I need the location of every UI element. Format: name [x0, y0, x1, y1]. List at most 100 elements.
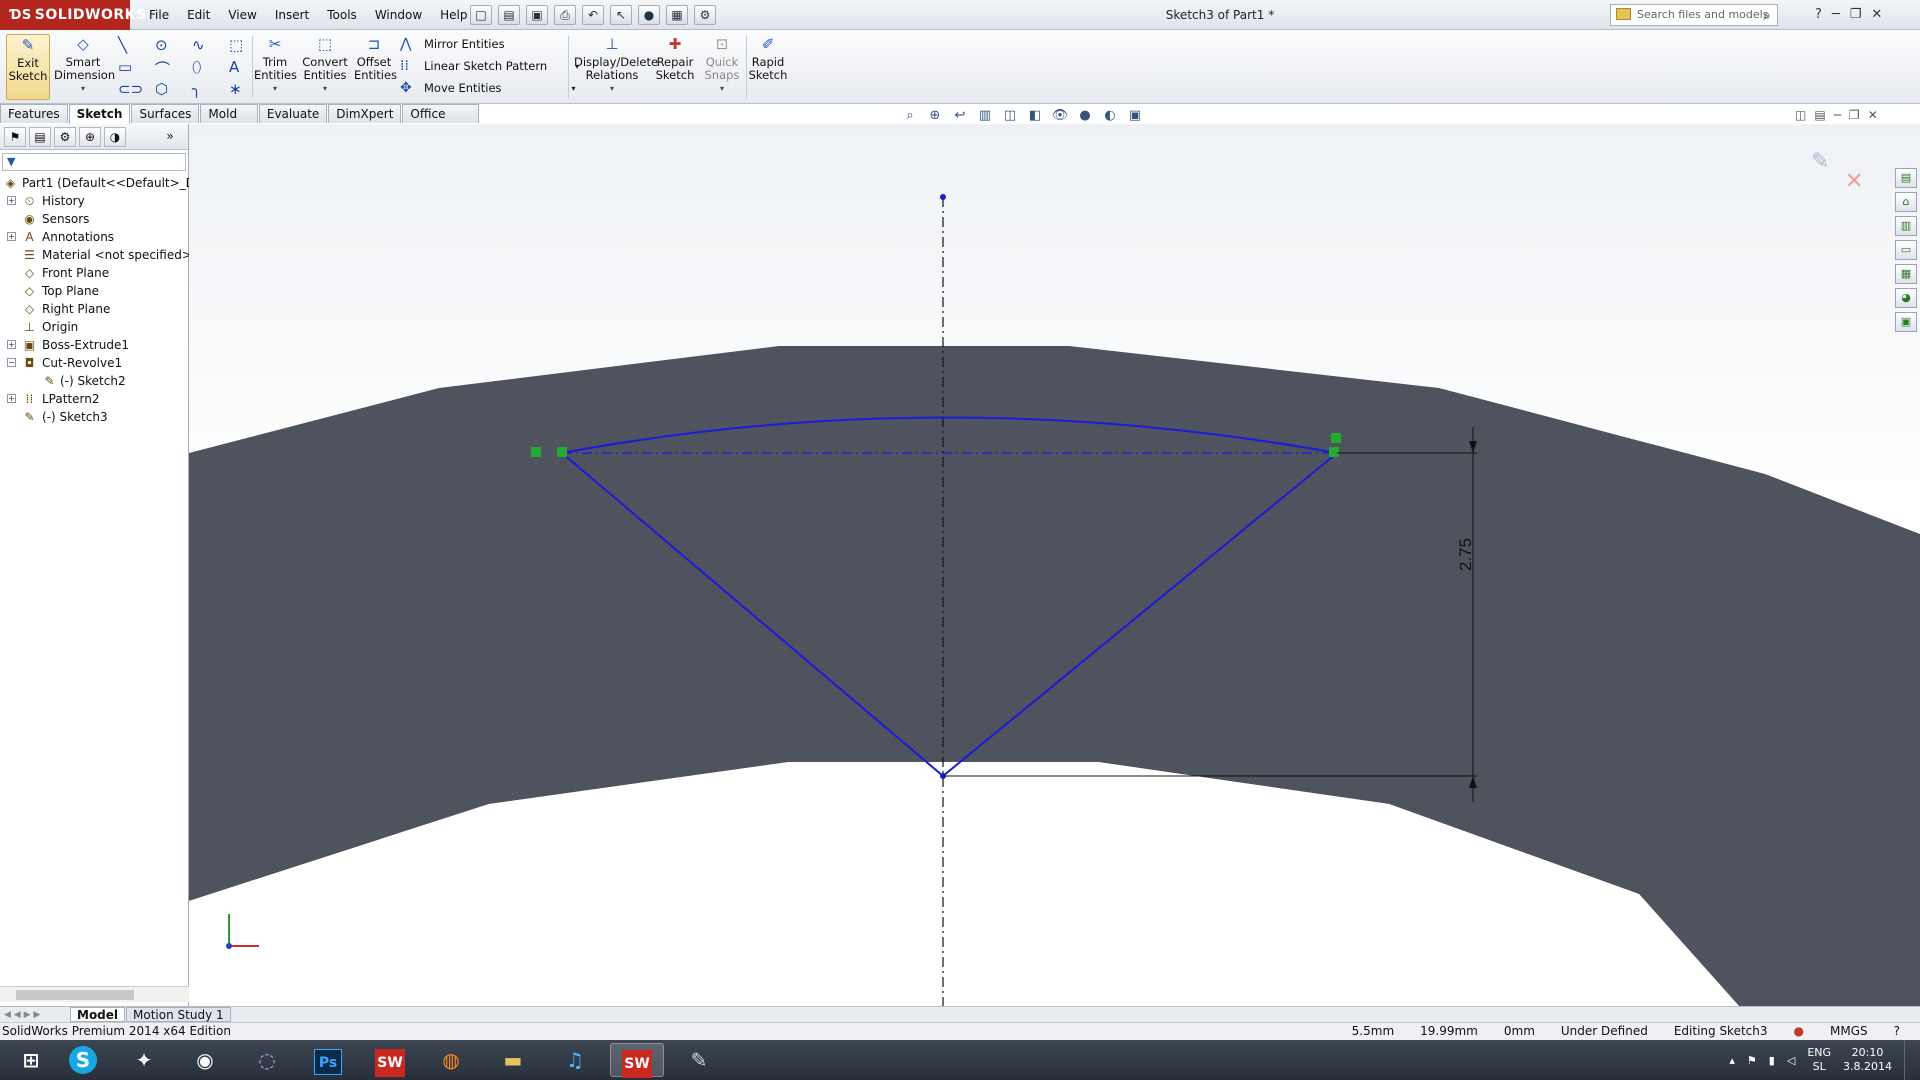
feature-filter[interactable]: ▼ — [2, 153, 186, 171]
exit-sketch-button[interactable]: ✎ Exit Sketch — [6, 34, 50, 100]
tab-office-products[interactable]: Office Products — [402, 104, 479, 139]
volume-icon[interactable]: ◁ — [1787, 1054, 1795, 1067]
repair-sketch-button[interactable]: ✚ Repair Sketch — [654, 34, 696, 82]
confirmation-exit-icon[interactable]: ✎ — [1811, 149, 1829, 174]
menu-view[interactable]: View — [219, 0, 265, 30]
tab-dimxpert[interactable]: DimXpert — [328, 104, 402, 123]
start-icon[interactable]: ⊞ — [4, 1043, 58, 1077]
menu-insert[interactable]: Insert — [266, 0, 318, 30]
dimxpert-manager-tab-icon[interactable]: ⊕ — [79, 127, 101, 147]
menu-window[interactable]: Window — [366, 0, 431, 30]
rapid-sketch-button[interactable]: ✐ Rapid Sketch — [748, 34, 788, 82]
tab-evaluate[interactable]: Evaluate — [258, 104, 328, 123]
explorer-icon[interactable]: ▬ — [486, 1043, 540, 1077]
undo-icon[interactable]: ↶ — [582, 5, 604, 25]
viewport-restore-icon[interactable]: ❐ — [1849, 108, 1860, 122]
quick-snaps-button[interactable]: ⊡ Quick Snaps ▾ — [700, 34, 744, 95]
solidworks-active-icon[interactable]: SW — [610, 1043, 664, 1078]
options-icon[interactable]: ⚙ — [694, 5, 716, 25]
language-indicator[interactable]: ENG SL — [1807, 1046, 1831, 1074]
select-arrow-icon[interactable]: ↖ — [610, 5, 632, 25]
relation-marker-right-2[interactable] — [1331, 433, 1341, 443]
dimension-value[interactable]: 2.75 — [1456, 538, 1475, 571]
menu-tools[interactable]: Tools — [318, 0, 366, 30]
tree-item[interactable]: ◇ Right Plane — [0, 300, 188, 318]
tree-item[interactable]: ◇ Top Plane — [0, 282, 188, 300]
tab-features[interactable]: Features — [0, 104, 68, 123]
configuration-manager-tab-icon[interactable]: ⚙ — [54, 127, 76, 147]
menu-edit[interactable]: Edit — [178, 0, 219, 30]
viewport-split-icon[interactable]: ▤ — [1814, 108, 1825, 122]
clock[interactable]: 20:10 3.8.2014 — [1843, 1046, 1892, 1074]
mirror-entities-button[interactable]: ⋀ Mirror Entities — [400, 36, 505, 52]
tab-sketch[interactable]: Sketch — [68, 104, 131, 124]
display-delete-relations-button[interactable]: ⊥ Display/Delete Relations ▾ — [574, 34, 658, 95]
view-settings-icon[interactable]: ▣ — [1125, 108, 1145, 123]
tree-item[interactable]: ◇ Front Plane — [0, 264, 188, 282]
move-entities-button[interactable]: ✥ Move Entities ▾ — [400, 80, 576, 96]
feature-manager-tab-icon[interactable]: ⚑ — [4, 127, 26, 147]
tree-item[interactable]: ✎ (-) Sketch2 — [0, 372, 188, 390]
fillet-icon[interactable]: ╮ — [192, 80, 229, 102]
expand-toggle-icon[interactable]: + — [7, 394, 16, 403]
centerline-endpoint[interactable] — [940, 194, 946, 200]
paint-icon[interactable]: ✦ — [117, 1043, 171, 1077]
view-palette-icon[interactable]: ▦ — [1895, 264, 1917, 284]
restore-icon[interactable]: ❐ — [1850, 0, 1862, 30]
print-icon[interactable]: ⎙ — [554, 5, 576, 25]
design-library-icon[interactable]: ▥ — [1895, 216, 1917, 236]
network-icon[interactable]: ▮ — [1769, 1054, 1775, 1067]
tree-item[interactable]: + ⁞⁞ LPattern2 — [0, 390, 188, 408]
solidworks-icon[interactable]: SW — [363, 1043, 417, 1077]
firefox-icon[interactable]: ◍ — [424, 1043, 478, 1077]
app-icon[interactable]: ◌ — [240, 1043, 294, 1077]
menu-file[interactable]: File — [140, 0, 178, 30]
new-document-icon[interactable]: □ — [470, 5, 492, 25]
palette-icon[interactable]: ✎ — [672, 1043, 726, 1077]
zoom-to-fit-icon[interactable]: ⌕ — [900, 108, 920, 123]
convert-entities-button[interactable]: ⬚ Convert Entities ▾ — [300, 34, 350, 95]
search-input[interactable]: Search files and models ⌕ — [1610, 4, 1778, 26]
hide-show-items-icon[interactable]: 👁 — [1050, 108, 1070, 123]
graphics-area[interactable]: 2.75 ✎ ✕ — [189, 124, 1920, 1006]
tree-item[interactable]: ◉ Sensors — [0, 210, 188, 228]
tree-item[interactable]: ☰ Material <not specified> — [0, 246, 192, 264]
spline-icon[interactable]: ∿ — [192, 36, 229, 58]
expand-toggle-icon[interactable]: + — [7, 232, 16, 241]
rebuild-indicator-icon[interactable]: ● — [1794, 1023, 1804, 1040]
display-manager-tab-icon[interactable]: ◑ — [104, 127, 126, 147]
tree-item[interactable]: ⊥ Origin — [0, 318, 188, 336]
tray-expand-icon[interactable]: ▴ — [1729, 1054, 1735, 1067]
viewport-minimize-icon[interactable]: ─ — [1834, 108, 1841, 122]
open-folder-icon[interactable]: ▤ — [498, 5, 520, 25]
apply-scene-icon[interactable]: ◐ — [1100, 108, 1120, 123]
solidworks-resources-icon[interactable]: ▤ — [1895, 168, 1917, 188]
tab-mold-tools[interactable]: Mold Tools — [200, 104, 258, 139]
feature-manager-scrollbar[interactable] — [0, 986, 189, 1002]
tab-model[interactable]: Model — [70, 1007, 126, 1022]
relation-marker-left-2[interactable] — [557, 447, 567, 457]
appearances-icon[interactable]: ◕ — [1895, 288, 1917, 308]
section-view-icon[interactable]: ▥ — [975, 108, 995, 123]
tree-item[interactable]: + ▣ Boss-Extrude1 — [0, 336, 188, 354]
circle-icon[interactable]: ⊙ — [155, 36, 192, 58]
help-icon[interactable]: ? — [1815, 0, 1822, 30]
linear-sketch-pattern-button[interactable]: ⁞⁞ Linear Sketch Pattern ▾ — [400, 58, 579, 74]
polygon-icon[interactable]: ⬡ — [155, 80, 192, 102]
slot-icon[interactable]: ⊂⊃ — [118, 80, 155, 102]
relation-marker-left[interactable] — [531, 447, 541, 457]
minimize-icon[interactable]: ─ — [1832, 0, 1840, 30]
arc-icon[interactable]: ⌒ — [155, 58, 192, 80]
skype-icon[interactable]: S — [56, 1043, 110, 1077]
tab-motion-study[interactable]: Motion Study 1 — [126, 1007, 231, 1022]
expand-toggle-icon[interactable]: + — [7, 196, 16, 205]
unit-system[interactable]: MMGS — [1830, 1023, 1868, 1040]
tree-root-part[interactable]: ◈ Part1 (Default<<Default>_Disp — [0, 174, 212, 192]
line-icon[interactable]: ╲ — [118, 36, 155, 58]
sketch-canvas[interactable]: 2.75 ✎ ✕ — [189, 124, 1920, 1006]
itunes-icon[interactable]: ♫ — [548, 1043, 602, 1077]
property-manager-tab-icon[interactable]: ▤ — [29, 127, 51, 147]
smart-dimension-button[interactable]: ◇ Smart Dimension ▾ — [54, 34, 115, 95]
display-style-icon[interactable]: ◧ — [1025, 108, 1045, 123]
action-center-icon[interactable]: ⚑ — [1747, 1054, 1757, 1067]
